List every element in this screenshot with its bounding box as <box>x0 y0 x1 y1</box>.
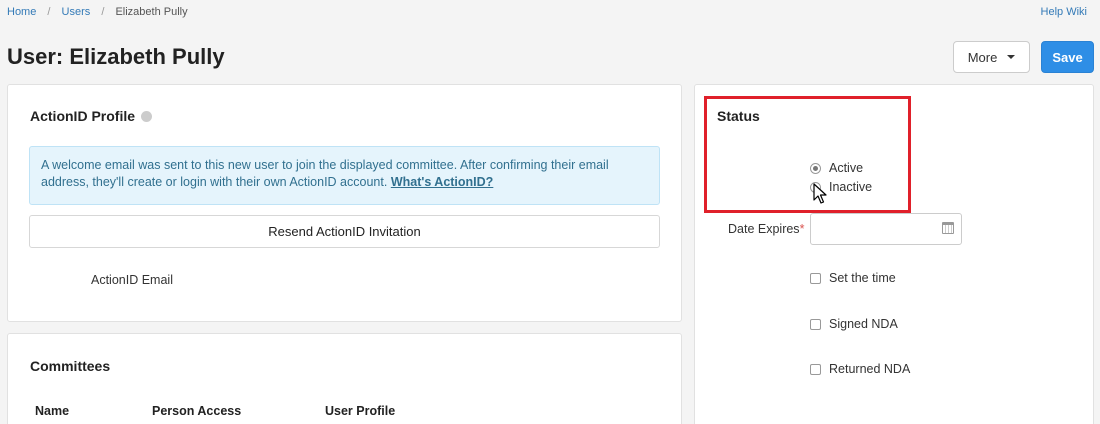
column-header-person-access[interactable]: Person Access <box>152 404 241 418</box>
signed-nda-checkbox[interactable] <box>810 318 821 330</box>
info-icon[interactable] <box>141 111 153 122</box>
breadcrumb-users-link[interactable]: Users <box>62 6 91 18</box>
more-dropdown-button[interactable]: More <box>953 41 1030 73</box>
whats-actionid-link[interactable]: What's ActionID? <box>391 175 494 189</box>
actionid-email-label: ActionID Email <box>91 273 173 287</box>
returned-nda-label: Returned NDA <box>829 362 911 376</box>
breadcrumb-current: Elizabeth Pully <box>115 6 188 18</box>
calendar-icon[interactable] <box>942 222 954 234</box>
set-the-time-checkbox[interactable] <box>810 272 821 284</box>
actionid-profile-title: ActionID Profile <box>30 108 136 124</box>
breadcrumb: Home / Users / Elizabeth Pully <box>7 6 188 18</box>
breadcrumb-home-link[interactable]: Home <box>7 6 36 18</box>
column-header-name[interactable]: Name <box>35 404 69 418</box>
actionid-profile-panel: ActionID Profile A welcome email was sen… <box>7 84 682 322</box>
column-header-user-profile[interactable]: User Profile <box>325 404 395 418</box>
breadcrumb-separator: / <box>47 6 51 18</box>
help-wiki-link[interactable]: Help Wiki <box>1041 6 1087 18</box>
status-highlight-box <box>704 96 911 213</box>
date-expires-input[interactable] <box>810 213 962 245</box>
more-button-label: More <box>967 49 998 65</box>
resend-invitation-button[interactable]: Resend ActionID Invitation <box>29 215 660 248</box>
date-expires-label: Date Expires* <box>728 222 804 236</box>
returned-nda-option[interactable]: Returned NDA <box>810 362 910 376</box>
breadcrumb-separator: / <box>101 6 105 18</box>
caret-down-icon <box>1007 55 1016 59</box>
date-expires-label-text: Date Expires <box>728 222 800 236</box>
committees-heading: Committees <box>30 358 111 374</box>
signed-nda-label: Signed NDA <box>829 317 898 331</box>
set-the-time-option[interactable]: Set the time <box>810 271 896 285</box>
welcome-email-alert: A welcome email was sent to this new use… <box>29 146 660 205</box>
page-title: User: Elizabeth Pully <box>7 44 225 69</box>
signed-nda-option[interactable]: Signed NDA <box>810 317 898 331</box>
committees-panel: Committees Name Person Access User Profi… <box>7 333 682 424</box>
actionid-profile-heading: ActionID Profile <box>30 108 153 124</box>
returned-nda-checkbox[interactable] <box>810 363 821 375</box>
mouse-cursor-icon <box>813 183 827 204</box>
required-asterisk: * <box>799 222 805 236</box>
alert-text: A welcome email was sent to this new use… <box>41 158 609 189</box>
save-button[interactable]: Save <box>1041 41 1094 73</box>
set-the-time-label: Set the time <box>829 271 896 285</box>
